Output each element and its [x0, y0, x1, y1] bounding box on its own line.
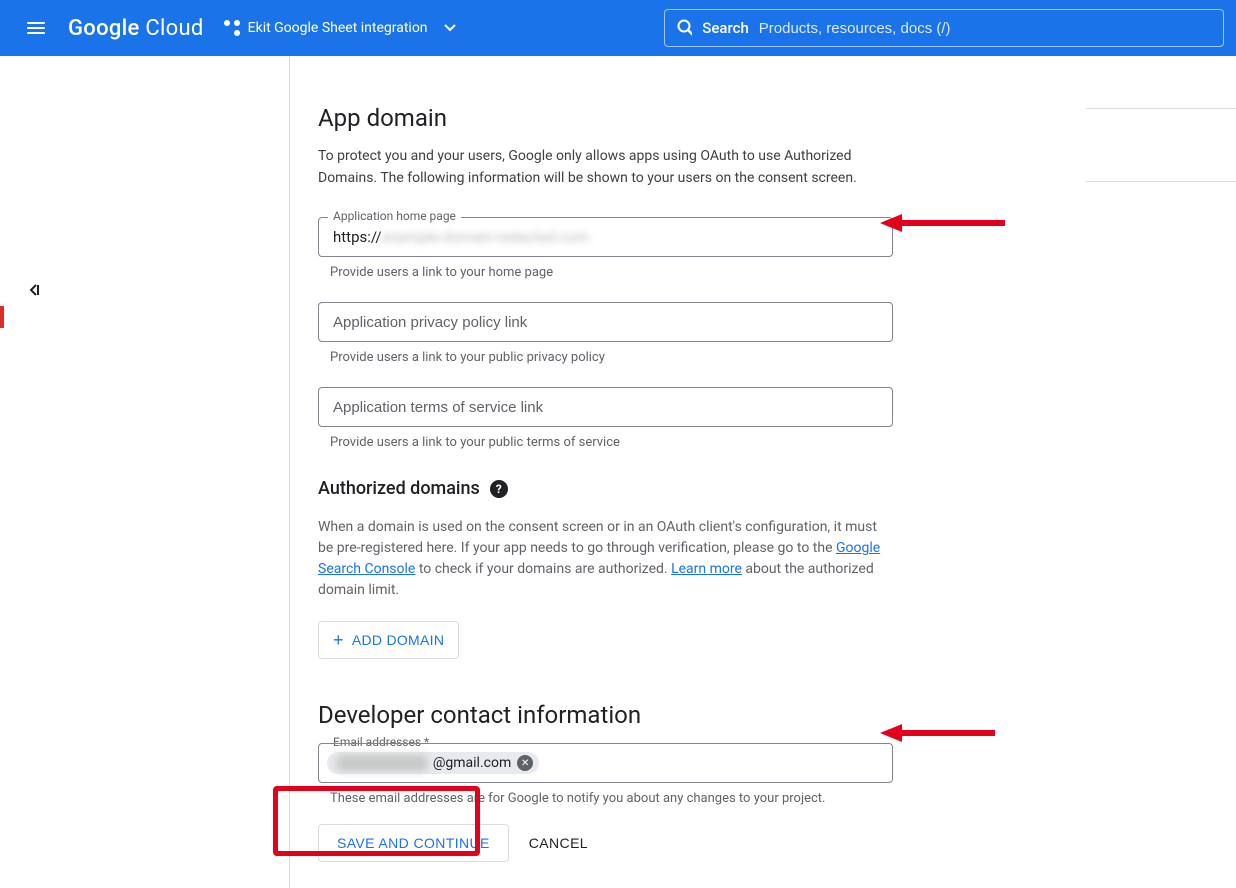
- authorized-domains-heading-row: Authorized domains ?: [318, 478, 1062, 499]
- email-chip: redactedname @gmail.com ✕: [327, 752, 539, 774]
- email-addresses-input[interactable]: redactedname @gmail.com ✕: [318, 743, 893, 783]
- sidebar: [0, 56, 290, 888]
- project-selector[interactable]: Ekit Google Sheet integration: [224, 20, 456, 36]
- collapse-sidebar-button[interactable]: [28, 282, 42, 301]
- main-content: App domain To protect you and your users…: [290, 56, 1090, 888]
- authorized-domains-description: When a domain is used on the consent scr…: [318, 517, 893, 601]
- email-blurred-prefix: redactedname: [337, 755, 427, 771]
- right-panel-dividers: [1086, 108, 1236, 254]
- developer-contact-section: Developer contact information: [318, 701, 1062, 729]
- logo-word-2: Cloud: [140, 16, 204, 41]
- add-domain-button[interactable]: + ADD DOMAIN: [318, 621, 459, 659]
- app-domain-heading: App domain: [318, 104, 1062, 132]
- home-page-helper: Provide users a link to your home page: [330, 265, 1062, 280]
- search-input[interactable]: [759, 20, 1211, 37]
- privacy-helper: Provide users a link to your public priv…: [330, 350, 1062, 365]
- tos-field-wrapper: [318, 387, 1062, 427]
- tos-helper: Provide users a link to your public term…: [330, 435, 1062, 450]
- home-page-label: Application home page: [328, 209, 461, 223]
- developer-contact-heading: Developer contact information: [318, 701, 1062, 729]
- tos-input[interactable]: [318, 387, 893, 427]
- chevron-left-icon: [28, 283, 42, 297]
- main-layout: App domain To protect you and your users…: [0, 56, 1236, 888]
- authorized-domains-heading: Authorized domains: [318, 478, 480, 499]
- auth-desc-part-2: to check if your domains are authorized.: [415, 561, 671, 577]
- chevron-down-icon: [444, 24, 456, 32]
- email-helper: These email addresses are for Google to …: [330, 791, 1062, 806]
- home-page-prefix: https://: [333, 228, 382, 246]
- cancel-button[interactable]: CANCEL: [529, 835, 588, 851]
- project-name: Ekit Google Sheet integration: [248, 20, 428, 36]
- email-suffix: @gmail.com: [433, 755, 511, 771]
- privacy-field-wrapper: [318, 302, 1062, 342]
- home-page-blurred-value: example-domain-redacted.com: [382, 228, 590, 246]
- search-icon: [677, 19, 692, 37]
- sidebar-active-indicator: [0, 306, 4, 328]
- home-page-input[interactable]: https://example-domain-redacted.com: [318, 217, 893, 257]
- auth-desc-part-1: When a domain is used on the consent scr…: [318, 519, 877, 556]
- action-buttons-row: SAVE AND CONTINUE CANCEL: [318, 824, 1062, 862]
- menu-button[interactable]: [12, 4, 60, 52]
- logo-word-1: Google: [68, 16, 140, 41]
- email-field-wrapper: Email addresses * redactedname@gmail.com…: [318, 743, 1062, 783]
- app-domain-description: To protect you and your users, Google on…: [318, 146, 893, 189]
- project-icon: [224, 20, 240, 36]
- search-box[interactable]: Search: [664, 9, 1224, 47]
- home-page-field-wrapper: Application home page https://example-do…: [318, 217, 1062, 257]
- help-icon[interactable]: ?: [490, 480, 508, 498]
- plus-icon: +: [333, 631, 344, 649]
- remove-chip-icon[interactable]: ✕: [517, 755, 533, 771]
- add-domain-label: ADD DOMAIN: [352, 632, 444, 648]
- privacy-policy-input[interactable]: [318, 302, 893, 342]
- save-and-continue-button[interactable]: SAVE AND CONTINUE: [318, 824, 509, 862]
- app-header: Google Cloud Ekit Google Sheet integrati…: [0, 0, 1236, 56]
- search-label: Search: [702, 19, 749, 37]
- google-cloud-logo[interactable]: Google Cloud: [68, 16, 204, 41]
- hamburger-icon: [27, 22, 45, 34]
- learn-more-link[interactable]: Learn more: [671, 561, 742, 577]
